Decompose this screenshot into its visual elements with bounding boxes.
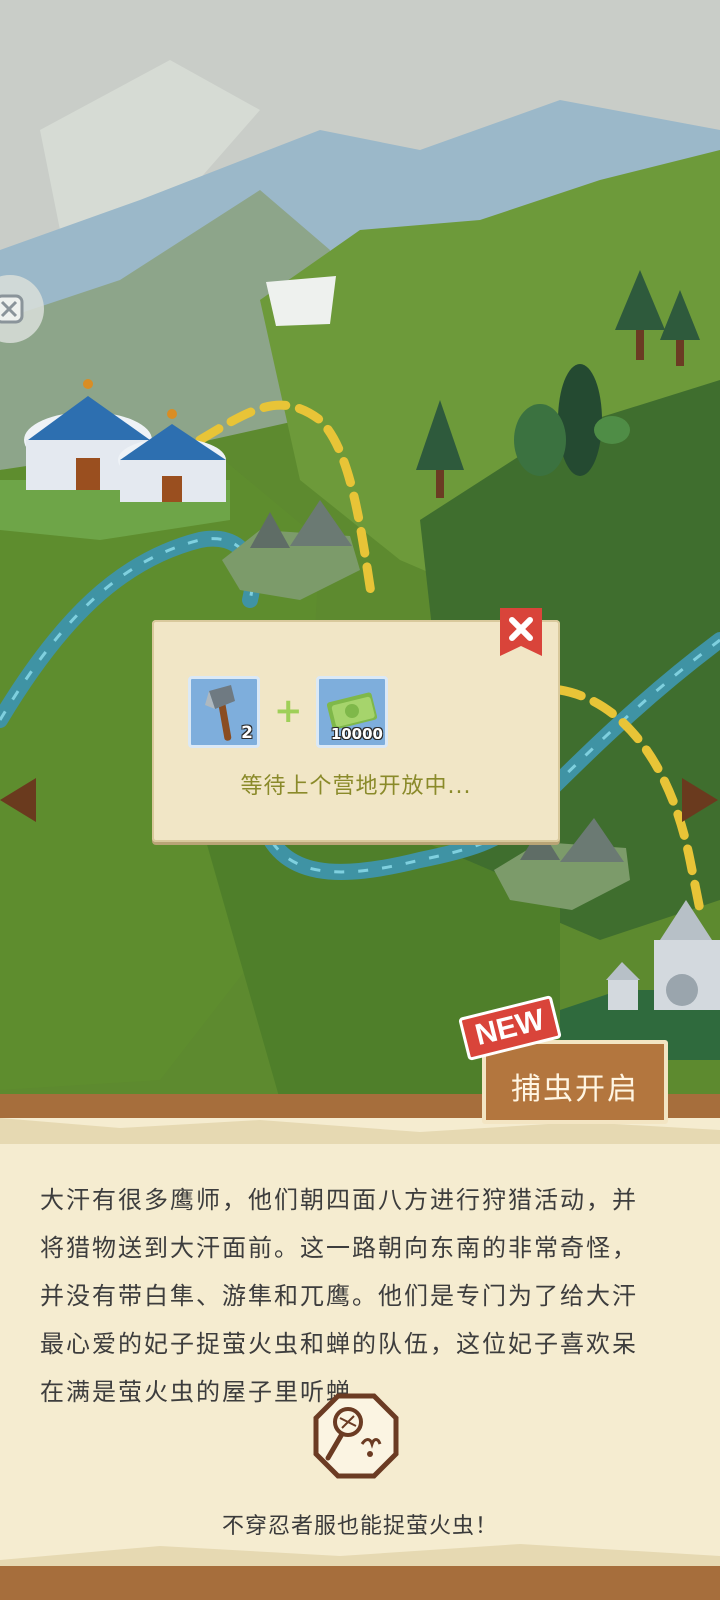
close-x-icon (500, 608, 542, 656)
unlock-popup: 2 + 10000 等待上个营地开放中... (152, 608, 560, 842)
feature-label: 捕虫开启 (511, 1072, 639, 1107)
cash-item-slot[interactable]: 10000 (316, 676, 388, 748)
bug-net-icon (313, 1393, 399, 1479)
previous-map-arrow[interactable] (0, 778, 36, 822)
bug-catching-feature-button[interactable]: 捕虫开启 (482, 1040, 668, 1124)
map-scroll-icon (0, 275, 44, 343)
bottom-hint: 不穿忍者服也能捉萤火虫！ (221, 1514, 498, 1539)
axe-item-slot[interactable]: 2 (188, 676, 260, 748)
axe-count: 2 (241, 723, 253, 743)
story-description: 大汗有很多鹰师，他们朝四面八方进行狩猎活动，并 将猎物送到大汗面前。这一路朝向东… (40, 1186, 638, 1406)
plus-sign: + (274, 691, 303, 731)
bug-net-button[interactable] (312, 1392, 400, 1480)
waiting-status: 等待上个营地开放中... (240, 774, 472, 799)
side-menu-button[interactable] (0, 264, 50, 354)
next-map-arrow[interactable] (682, 778, 718, 822)
snow-patch (266, 276, 336, 326)
cash-count: 10000 (330, 725, 383, 743)
close-button[interactable] (498, 606, 544, 658)
